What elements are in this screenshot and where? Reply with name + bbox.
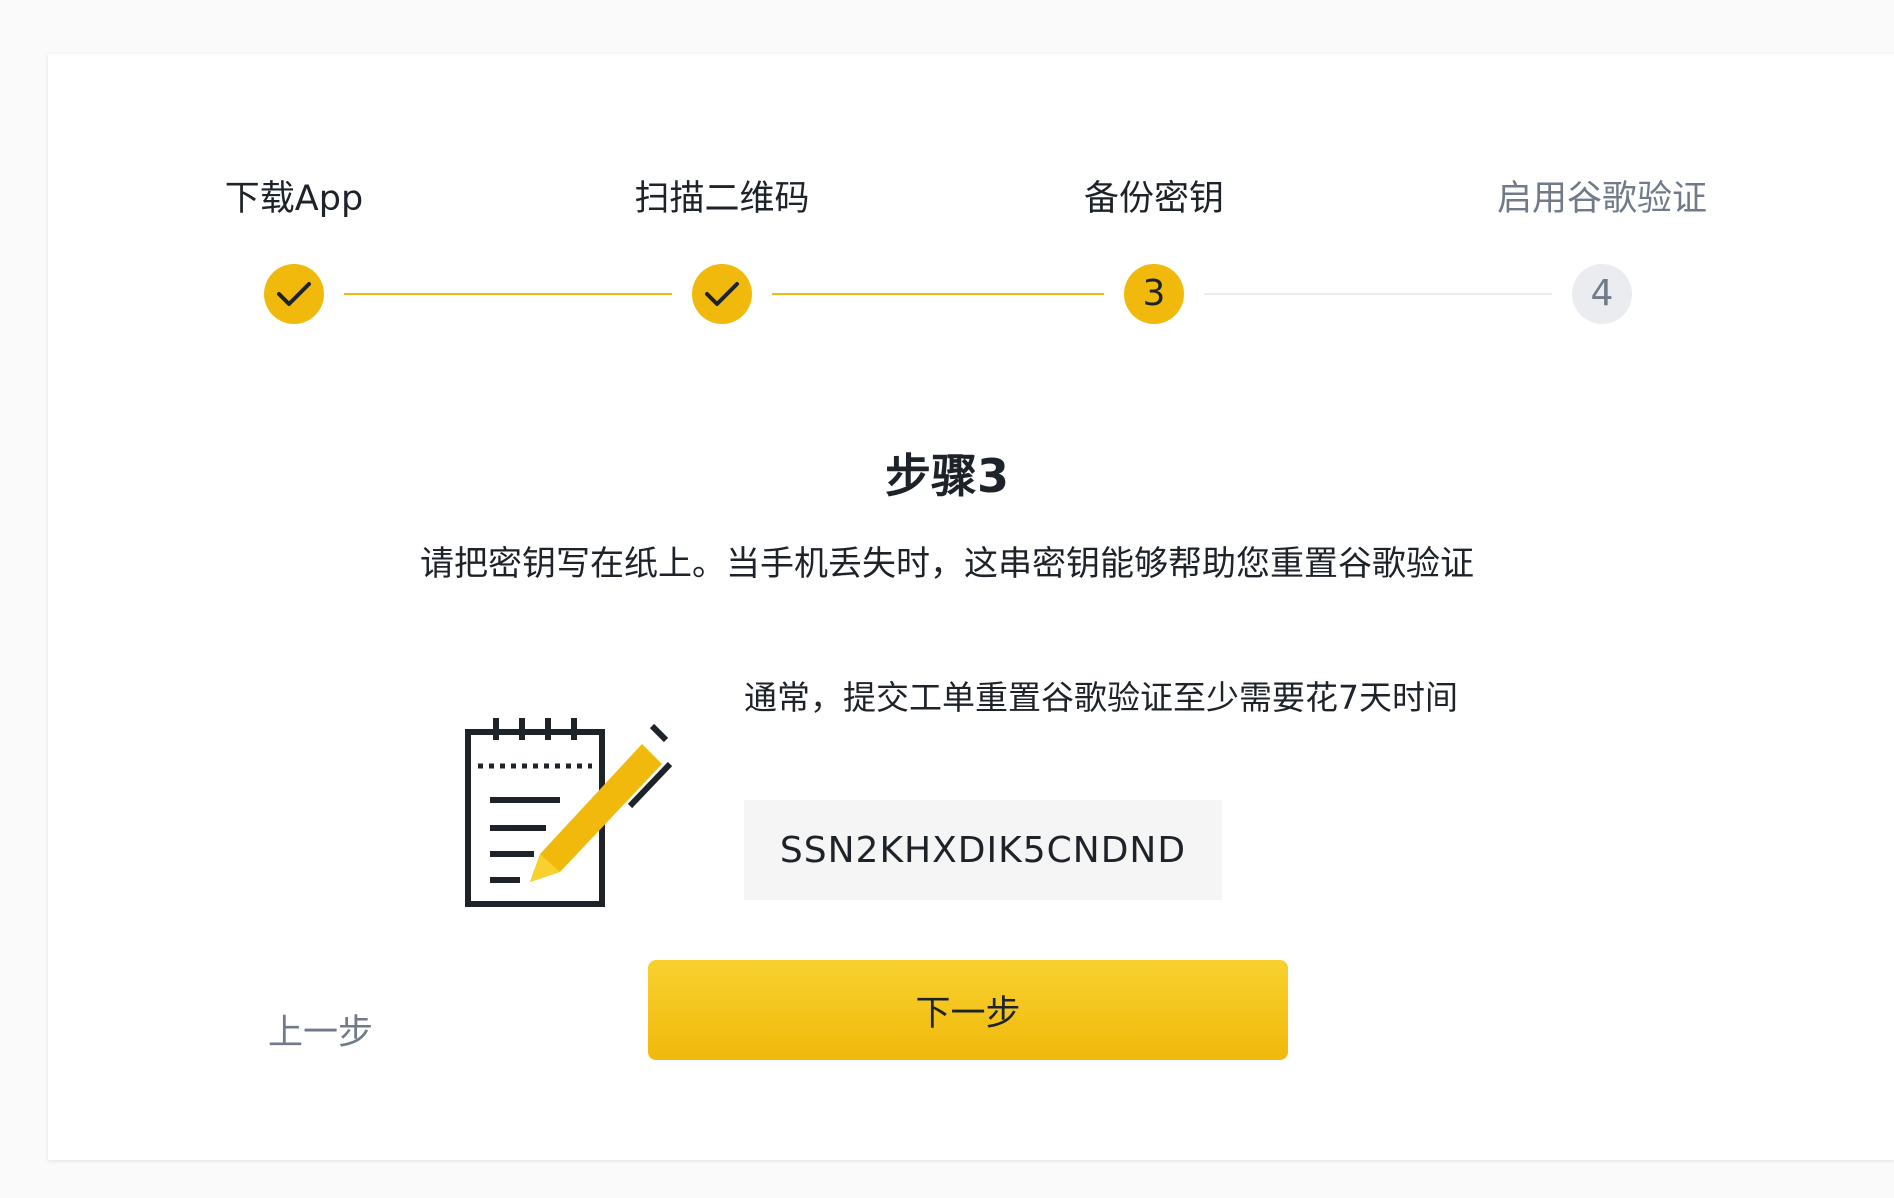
step-connector-1	[344, 293, 672, 295]
step-4-label: 启用谷歌验证	[1496, 179, 1708, 219]
page-subtitle: 请把密钥写在纸上。当手机丢失时，这串密钥能够帮助您重置谷歌验证	[420, 544, 1474, 584]
secret-key: SSN2KHXDIK5CNDND	[744, 800, 1222, 900]
reset-time-note: 通常，提交工单重置谷歌验证至少需要花7天时间	[744, 678, 1458, 717]
next-step-button[interactable]: 下一步	[648, 960, 1288, 1060]
page-title: 步骤3	[884, 449, 1009, 503]
check-icon	[705, 282, 739, 306]
step-2-complete-marker	[692, 264, 752, 324]
step-1-complete-marker	[264, 264, 324, 324]
step-4-pending-marker: 4	[1572, 264, 1632, 324]
step-1-label: 下载App	[224, 179, 364, 219]
notepad-pencil-icon	[465, 718, 673, 907]
step-connector-3	[1204, 293, 1552, 295]
step-2-label: 扫描二维码	[634, 179, 810, 219]
previous-step-link[interactable]: 上一步	[268, 1004, 373, 1055]
step-3-current-marker: 3	[1124, 264, 1184, 324]
step-3-label: 备份密钥	[1083, 179, 1225, 219]
check-icon	[277, 282, 311, 306]
step-connector-2	[772, 293, 1104, 295]
